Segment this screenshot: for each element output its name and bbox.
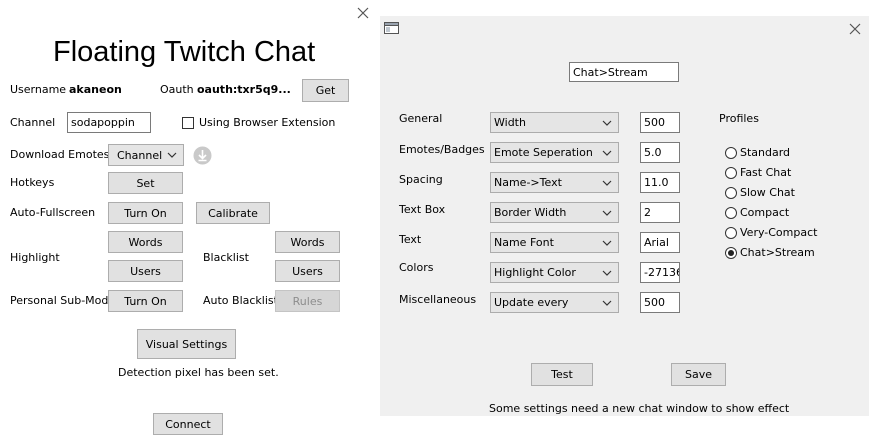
hotkeys-label: Hotkeys xyxy=(10,176,55,189)
spacing-value-input[interactable]: 11.0 xyxy=(640,172,680,193)
username-label: Username xyxy=(10,83,67,96)
text-value-input[interactable]: Arial xyxy=(640,232,680,253)
download-icon[interactable] xyxy=(193,146,212,165)
profile-radio-slow-chat[interactable] xyxy=(725,187,737,199)
browser-extension-checkbox[interactable] xyxy=(182,117,194,129)
calibrate-button[interactable]: Calibrate xyxy=(196,202,270,224)
auto-fullscreen-turn-on-button[interactable]: Turn On xyxy=(108,202,183,224)
close-icon[interactable] xyxy=(356,6,370,20)
text-box-value-input[interactable]: 2 xyxy=(640,202,680,223)
profiles-label: Profiles xyxy=(719,112,759,125)
spacing-select-value: Name->Text xyxy=(494,176,562,189)
category-label-text: Text xyxy=(399,233,422,246)
highlight-words-button[interactable]: Words xyxy=(108,231,183,253)
profile-label-fast-chat: Fast Chat xyxy=(740,166,792,179)
profile-radio-standard[interactable] xyxy=(725,147,737,159)
save-button[interactable]: Save xyxy=(671,363,726,386)
colors-select[interactable]: Highlight Color xyxy=(490,262,619,283)
download-emotes-select[interactable]: Channel xyxy=(108,144,184,166)
window-icon xyxy=(384,22,399,34)
profile-radio-very-compact[interactable] xyxy=(725,227,737,239)
main-window: Floating Twitch Chat Username akaneon Oa… xyxy=(0,0,380,436)
colors-select-value: Highlight Color xyxy=(494,266,576,279)
oauth-value: oauth:txr5q9... xyxy=(197,83,291,96)
emotes-badges-select[interactable]: Emote Seperation xyxy=(490,142,619,163)
chevron-down-icon xyxy=(602,150,612,156)
footer-note: Some settings need a new chat window to … xyxy=(489,402,790,415)
oauth-label: Oauth xyxy=(160,83,194,96)
download-emotes-select-value: Channel xyxy=(117,148,163,162)
chevron-down-icon xyxy=(602,240,612,246)
blacklist-users-button[interactable]: Users xyxy=(275,260,340,282)
general-select[interactable]: Width xyxy=(490,112,619,133)
rules-button[interactable]: Rules xyxy=(275,290,340,312)
category-label-colors: Colors xyxy=(399,261,434,274)
app-title: Floating Twitch Chat xyxy=(53,36,316,68)
profile-label-compact: Compact xyxy=(740,206,790,219)
spacing-select[interactable]: Name->Text xyxy=(490,172,619,193)
channel-input[interactable]: sodapoppin xyxy=(67,112,151,133)
chevron-down-icon xyxy=(602,180,612,186)
text-box-select-value: Border Width xyxy=(494,206,567,219)
set-hotkeys-button[interactable]: Set xyxy=(108,172,183,194)
blacklist-words-button[interactable]: Words xyxy=(275,231,340,253)
text-select[interactable]: Name Font xyxy=(490,232,619,253)
text-box-select[interactable]: Border Width xyxy=(490,202,619,223)
colors-value-input[interactable]: -27136 xyxy=(640,262,680,283)
test-button[interactable]: Test xyxy=(531,363,593,386)
blacklist-label: Blacklist xyxy=(203,251,249,264)
category-label-emotes-badges: Emotes/Badges xyxy=(399,143,485,156)
general-select-value: Width xyxy=(494,116,526,129)
highlight-users-button[interactable]: Users xyxy=(108,260,183,282)
profile-radio-chat-stream[interactable] xyxy=(725,247,737,259)
chevron-down-icon xyxy=(602,210,612,216)
profile-label-very-compact: Very-Compact xyxy=(740,226,818,239)
chevron-down-icon xyxy=(602,120,612,126)
profile-label-standard: Standard xyxy=(740,146,791,159)
chevron-down-icon xyxy=(602,270,612,276)
profile-radio-fast-chat[interactable] xyxy=(725,167,737,179)
profile-label-chat-stream: Chat>Stream xyxy=(740,246,815,259)
close-icon[interactable] xyxy=(848,22,862,36)
auto-blacklist-label: Auto Blacklist xyxy=(203,294,278,307)
miscellaneous-select-value: Update every xyxy=(494,296,569,309)
miscellaneous-select[interactable]: Update every xyxy=(490,292,619,313)
personal-sub-mode-turn-on-button[interactable]: Turn On xyxy=(108,290,183,312)
emotes-badges-select-value: Emote Seperation xyxy=(494,146,593,159)
status-text: Detection pixel has been set. xyxy=(118,366,279,379)
category-label-text-box: Text Box xyxy=(399,203,446,216)
browser-extension-label: Using Browser Extension xyxy=(199,116,336,129)
category-label-spacing: Spacing xyxy=(399,173,443,186)
chevron-down-icon xyxy=(602,300,612,306)
username-value: akaneon xyxy=(69,83,122,96)
general-value-input[interactable]: 500 xyxy=(640,112,680,133)
emotes-badges-value-input[interactable]: 5.0 xyxy=(640,142,680,163)
profile-label-slow-chat: Slow Chat xyxy=(740,186,795,199)
highlight-label: Highlight xyxy=(10,251,60,264)
chevron-down-icon xyxy=(167,152,177,158)
profile-name-input[interactable]: Chat>Stream xyxy=(569,62,679,82)
category-label-miscellaneous: Miscellaneous xyxy=(399,293,477,306)
visual-settings-window: Chat>Stream General Width 500 Emotes/Bad… xyxy=(380,16,869,416)
get-oauth-button[interactable]: Get xyxy=(302,79,349,102)
personal-sub-mode-label: Personal Sub-Mode xyxy=(10,294,116,307)
channel-label: Channel xyxy=(10,116,56,129)
auto-fullscreen-label: Auto-Fullscreen xyxy=(10,206,96,219)
category-label-general: General xyxy=(399,112,443,125)
visual-settings-button[interactable]: Visual Settings xyxy=(137,329,236,359)
connect-button[interactable]: Connect xyxy=(153,413,223,435)
text-select-value: Name Font xyxy=(494,236,554,249)
miscellaneous-value-input[interactable]: 500 xyxy=(640,292,680,313)
download-emotes-label: Download Emotes xyxy=(10,148,110,161)
profile-radio-compact[interactable] xyxy=(725,207,737,219)
